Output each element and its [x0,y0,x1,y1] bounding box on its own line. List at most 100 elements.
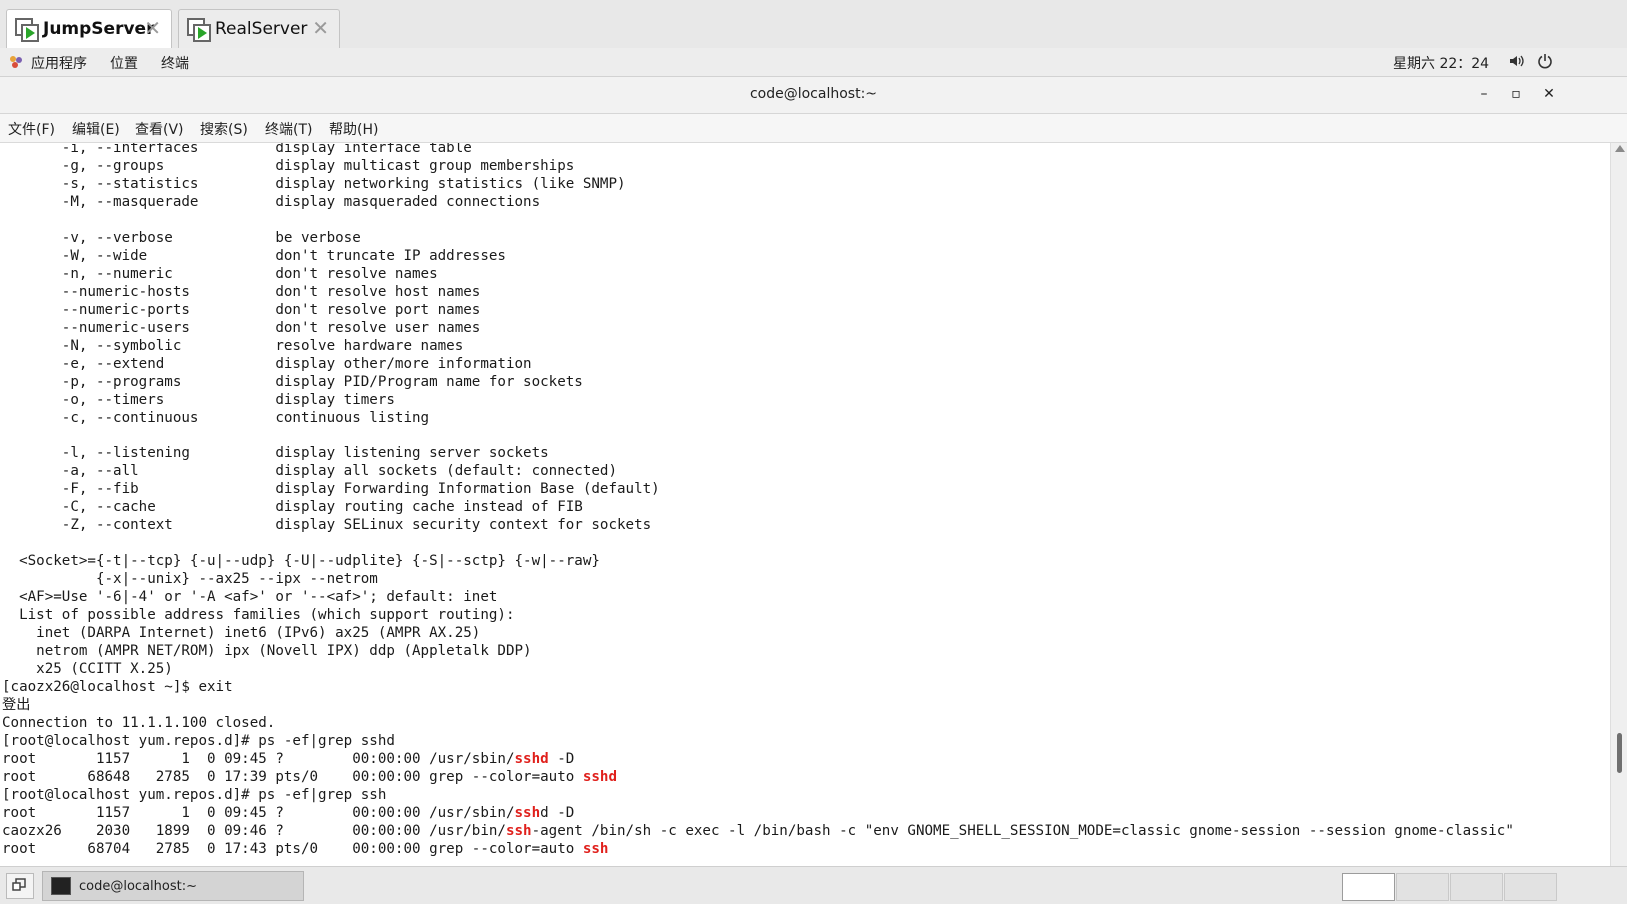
gnome-top-bar: 应用程序 位置 终端 星期六 22：24 [0,48,1627,77]
terminal-line: root 68648 2785 0 17:39 pts/0 00:00:00 g… [2,768,617,786]
menu-file[interactable]: 文件(F) [8,119,55,139]
terminal-text: -agent /bin/sh -c exec -l /bin/bash -c "… [531,822,1514,839]
terminal-text: inet (DARPA Internet) inet6 (IPv6) ax25 … [2,625,481,642]
menu-view[interactable]: 查看(V) [135,119,184,139]
highlighted-match: sshd [514,750,549,767]
menu-edit[interactable]: 编辑(E) [72,119,120,139]
terminal-text: -o, --timers display timers [2,391,395,408]
scrollbar[interactable] [1610,143,1627,866]
terminal-text: caozx26 2030 1899 0 09:46 ? 00:00:00 /us… [2,822,506,839]
highlighted-match: ssh [582,840,609,857]
terminal-line: root 68704 2785 0 17:43 pts/0 00:00:00 g… [2,840,608,858]
terminal-line: --numeric-hosts don't resolve host names [2,283,481,301]
terminal-line: netrom (AMPR NET/ROM) ipx (Novell IPX) d… [2,642,532,660]
terminal-line: -l, --listening display listening server… [2,444,549,462]
scroll-up-icon[interactable] [1615,145,1625,152]
bottom-panel: code@localhost:~ [0,866,1627,904]
workspace-3[interactable] [1450,873,1503,901]
terminal-launcher[interactable]: 终端 [161,53,189,73]
applications-menu[interactable]: 应用程序 [31,53,87,73]
terminal-line: -s, --statistics display networking stat… [2,175,626,193]
terminal-line: -i, --interfaces display interface table [2,143,472,157]
scrollbar-thumb[interactable] [1617,733,1622,773]
terminal-line: {-x|--unix} --ax25 --ipx --netrom [2,570,378,588]
terminal-line: <AF>=Use '-6|-4' or '-A <af>' or '--<af>… [2,588,497,606]
menu-help[interactable]: 帮助(H) [329,119,378,139]
terminal-text: -l, --listening display listening server… [2,445,549,462]
power-icon[interactable] [1537,53,1553,69]
terminal-icon [51,877,71,895]
terminal-line: -N, --symbolic resolve hardware names [2,337,463,355]
remote-desktop-icon [187,18,211,42]
terminal-line: 登出 [2,696,30,714]
terminal-line: -a, --all display all sockets (default: … [2,462,617,480]
windows-icon [12,878,26,891]
tab-label: RealServer [215,19,308,39]
menu-bar: 文件(F) 编辑(E) 查看(V) 搜索(S) 终端(T) 帮助(H) [0,114,1627,143]
terminal-line: --numeric-users don't resolve user names [2,319,481,337]
terminal-text: netrom (AMPR NET/ROM) ipx (Novell IPX) d… [2,643,532,660]
terminal-text: root 68648 2785 0 17:39 pts/0 00:00:00 g… [2,768,583,785]
terminal-line: Connection to 11.1.1.100 closed. [2,714,275,732]
close-window-button[interactable]: ✕ [1538,83,1560,105]
taskbar-terminal[interactable]: code@localhost:~ [42,871,304,901]
terminal-text: [root@localhost yum.repos.d]# ps -ef|gre… [2,733,395,749]
terminal-line: [root@localhost yum.repos.d]# ps -ef|gre… [2,732,395,750]
workspace-2[interactable] [1396,873,1449,901]
terminal-line: <Socket>={-t|--tcp} {-u|--udp} {-U|--udp… [2,552,600,570]
terminal-line: -v, --verbose be verbose [2,229,361,247]
terminal-text: -v, --verbose be verbose [2,229,361,246]
terminal-text: -e, --extend display other/more informat… [2,355,532,372]
workspace-4[interactable] [1504,873,1557,901]
terminal-text: -p, --programs display PID/Program name … [2,373,583,390]
tab-realserver[interactable]: RealServer ✕ [178,9,340,48]
terminal-line: -W, --wide don't truncate IP addresses [2,247,506,265]
terminal-line: -o, --timers display timers [2,391,395,409]
terminal-line: -c, --continuous continuous listing [2,409,429,427]
terminal-text: {-x|--unix} --ax25 --ipx --netrom [2,571,378,588]
remote-desktop-icon [15,18,39,42]
terminal-output[interactable]: -i, --interfaces display interface table… [0,143,1610,866]
maximize-button[interactable]: ▫ [1505,83,1527,105]
task-label: code@localhost:~ [79,878,197,894]
terminal-line: -n, --numeric don't resolve names [2,265,438,283]
terminal-line: -M, --masquerade display masqueraded con… [2,193,540,211]
terminal-text: 登出 [2,697,31,714]
volume-icon[interactable] [1509,54,1525,68]
close-icon[interactable]: ✕ [312,18,329,38]
tab-jumpserver[interactable]: JumpServer ✕ [6,9,172,48]
highlighted-match: ssh [505,822,532,839]
close-icon[interactable]: ✕ [144,18,161,38]
minimize-button[interactable]: – [1473,83,1495,105]
terminal-text: <AF>=Use '-6|-4' or '-A <af>' or '--<af>… [2,589,498,606]
places-menu[interactable]: 位置 [110,53,138,73]
terminal-text: root 68704 2785 0 17:43 pts/0 00:00:00 g… [2,840,583,857]
terminal-text: [caozx26@localhost ~]$ exit [2,679,233,696]
clock[interactable]: 星期六 22：24 [1393,53,1489,73]
applications-icon [10,56,22,68]
menu-terminal[interactable]: 终端(T) [265,119,312,139]
terminal-text: <Socket>={-t|--tcp} {-u|--udp} {-U|--udp… [2,553,600,570]
terminal-line: -p, --programs display PID/Program name … [2,373,583,391]
terminal-text: [root@localhost yum.repos.d]# ps -ef|gre… [2,786,387,803]
terminal-text: List of possible address families (which… [2,607,515,624]
terminal-text: -W, --wide don't truncate IP addresses [2,247,506,264]
terminal-text: --numeric-hosts don't resolve host names [2,283,481,300]
terminal-line: x25 (CCITT X.25) [2,660,173,678]
menu-search[interactable]: 搜索(S) [200,119,248,139]
terminal-text: --numeric-users don't resolve user names [2,319,481,336]
window-title-bar[interactable]: code@localhost:~ – ▫ ✕ [0,77,1627,114]
show-desktop-button[interactable] [6,873,34,899]
terminal-text: -F, --fib display Forwarding Information… [2,481,660,498]
terminal-text: -s, --statistics display networking stat… [2,175,626,192]
terminal-text: -i, --interfaces display interface table [2,143,472,156]
highlighted-match: sshd [582,768,618,785]
workspace-1[interactable] [1342,873,1395,901]
terminal-text: root 1157 1 0 09:45 ? 00:00:00 /usr/sbin… [2,804,515,821]
terminal-text: --numeric-ports don't resolve port names [2,301,481,318]
highlighted-match: ssh [514,804,541,821]
terminal-text: -Z, --context display SELinux security c… [2,517,652,534]
terminal-line: -F, --fib display Forwarding Information… [2,480,660,498]
terminal-text: -a, --all display all sockets (default: … [2,463,617,480]
terminal-line: [caozx26@localhost ~]$ exit [2,678,233,696]
